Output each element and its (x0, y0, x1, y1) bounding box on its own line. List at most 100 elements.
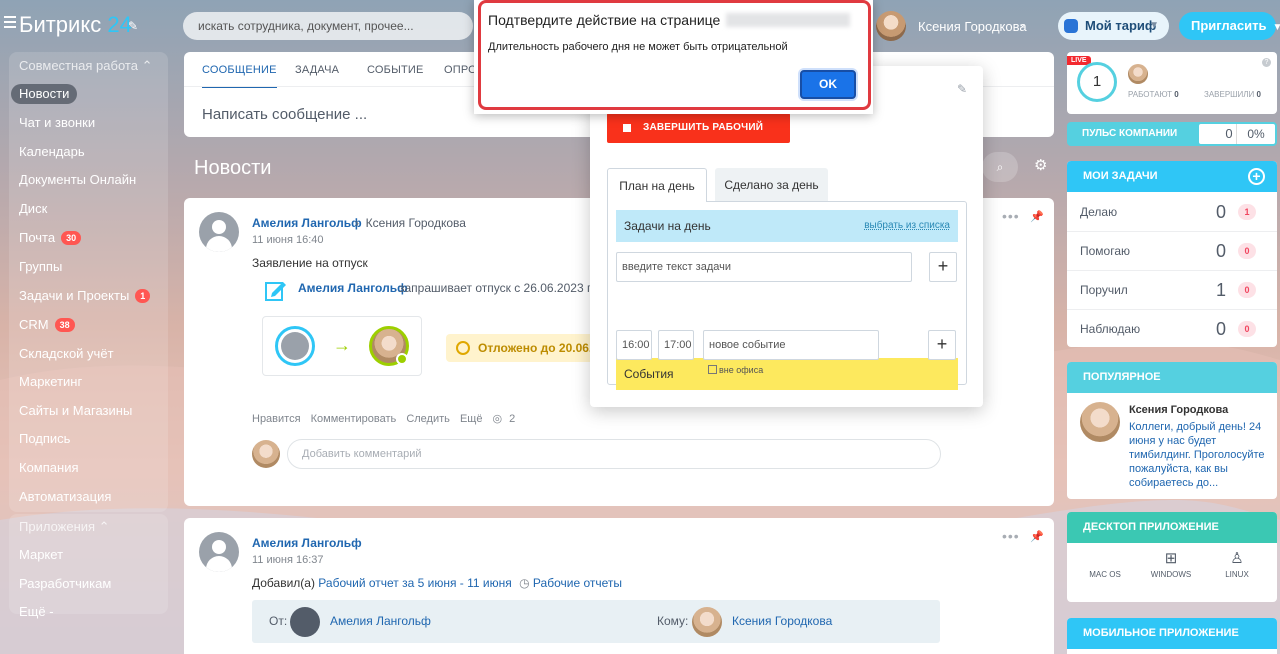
menu-item-chat[interactable]: Чат и звонки (19, 113, 95, 133)
invite-button[interactable]: Пригласить ▼ (1179, 12, 1280, 40)
comment-input[interactable]: Добавить комментарий (287, 439, 941, 469)
task-input[interactable]: введите текст задачи (616, 252, 912, 282)
gear-icon[interactable]: ⚙ (1034, 158, 1050, 174)
post-recipient[interactable]: › Ксения Городкова (355, 216, 466, 230)
menu-group-title[interactable]: Приложения ⌃ (19, 519, 110, 535)
from-label: От: (269, 614, 288, 628)
widget-title[interactable]: МОИ ЗАДАЧИ + (1067, 161, 1277, 192)
tab-event[interactable]: СОБЫТИЕ (367, 64, 424, 76)
avatar[interactable] (252, 440, 280, 468)
dialog-message: Длительность рабочего дня не может быть … (488, 41, 788, 53)
report-link[interactable]: Рабочий отчет за 5 июня - 11 июня (318, 576, 511, 590)
time-to-input[interactable]: 17:00 (658, 330, 694, 360)
menu-item-inventory[interactable]: Складской учёт (19, 344, 114, 364)
menu-item-news[interactable]: Новости (11, 84, 78, 104)
more-link[interactable]: Ещё (460, 413, 483, 425)
ok-button[interactable]: OK (800, 70, 856, 99)
post-author[interactable]: Амелия Лангольф (252, 536, 362, 550)
download-macos[interactable]: MAC OS (1075, 548, 1135, 579)
avatar[interactable] (199, 532, 239, 572)
to-name[interactable]: Ксения Городкова (732, 614, 832, 628)
menu-item-disk[interactable]: Диск (19, 199, 47, 219)
logo[interactable]: Битрикс 24 (19, 12, 132, 38)
avatar[interactable] (1080, 402, 1120, 442)
like-link[interactable]: Нравится (252, 413, 301, 425)
finish-workday-button[interactable]: ЗАВЕРШИТЬ РАБОЧИЙ ДЕНЬ (607, 113, 790, 163)
report-section-link[interactable]: Рабочие отчеты (533, 576, 622, 590)
download-linux[interactable]: ♙ LINUX (1207, 548, 1267, 579)
menu-item-developers[interactable]: Разработчикам (19, 574, 111, 594)
request-author[interactable]: Амелия Лангольф (298, 281, 408, 295)
pencil-icon[interactable]: ✎ (957, 82, 967, 96)
menu-item-groups[interactable]: Группы (19, 257, 62, 277)
menu-item-company[interactable]: Компания (19, 458, 79, 478)
tab-message[interactable]: СООБЩЕНИЕ (202, 64, 277, 88)
my-tariff-button[interactable]: Мой тариф ▼ (1058, 12, 1169, 40)
add-task-button[interactable]: + (929, 252, 957, 282)
add-task-icon[interactable]: + (1248, 168, 1265, 185)
menu-item-marketing[interactable]: Маркетинг (19, 372, 82, 392)
divider (1067, 309, 1277, 310)
menu-item-automation[interactable]: Автоматизация (19, 487, 111, 507)
event-input[interactable]: новое событие (703, 330, 879, 360)
task-row-assigned[interactable]: Поручил (1080, 283, 1128, 297)
menu-item-more[interactable]: Ещё - (19, 602, 54, 622)
tab-plan[interactable]: План на день (607, 168, 707, 202)
task-badge: 0 (1238, 321, 1256, 337)
menu-item-sign[interactable]: Подпись (19, 429, 70, 449)
avatar[interactable] (275, 326, 315, 366)
search-icon[interactable]: ⌕ (982, 152, 1018, 182)
user-name[interactable]: Ксения Городкова (918, 19, 1027, 34)
windows-icon: ⊞ (1164, 550, 1178, 567)
comment-link[interactable]: Комментировать (311, 413, 397, 425)
company-pulse[interactable]: ПУЛЬС КОМПАНИИ 0 0% (1067, 122, 1277, 146)
task-row-doing[interactable]: Делаю (1080, 205, 1117, 219)
post-date[interactable]: 11 июня 16:37 (252, 554, 323, 566)
avatar[interactable] (290, 607, 320, 637)
from-name[interactable]: Амелия Лангольф (330, 614, 431, 628)
out-of-office-checkbox[interactable]: вне офиса (708, 365, 763, 375)
task-row-watching[interactable]: Наблюдаю (1080, 322, 1140, 336)
live-counter[interactable]: 1 (1077, 62, 1117, 102)
search-input[interactable]: искать сотрудника, документ, прочее... (183, 12, 473, 40)
widget-title: ПОПУЛЯРНОЕ (1067, 362, 1277, 393)
menu-item-tasks[interactable]: Задачи и Проекты 1 (19, 286, 151, 306)
menu-item-calendar[interactable]: Календарь (19, 142, 85, 162)
pin-icon[interactable]: 📌 (1030, 210, 1044, 223)
hamburger-menu-icon[interactable] (4, 16, 16, 28)
menu-item-sites[interactable]: Сайты и Магазины (19, 401, 132, 421)
tab-task[interactable]: ЗАДАЧА (295, 64, 339, 76)
menu-item-mail[interactable]: Почта 30 (19, 228, 82, 248)
download-windows[interactable]: ⊞ WINDOWS (1141, 548, 1201, 579)
views-counter: ◎ 2 (492, 413, 516, 425)
user-avatar[interactable] (876, 11, 906, 41)
time-from-input[interactable]: 16:00 (616, 330, 652, 360)
popular-author[interactable]: Ксения Городкова (1129, 404, 1228, 416)
task-row-helping[interactable]: Помогаю (1080, 244, 1130, 258)
tab-done[interactable]: Сделано за день (715, 168, 828, 202)
chevron-down-icon[interactable]: ⌄ (1018, 17, 1027, 30)
post-date[interactable]: 11 июня 16:40 (252, 234, 323, 246)
pick-from-list-link[interactable]: выбрать из списка (864, 210, 950, 242)
avatar[interactable] (1128, 64, 1148, 84)
menu-item-crm[interactable]: CRM 38 (19, 315, 75, 335)
pencil-icon[interactable]: ✎ (128, 19, 138, 33)
message-input[interactable]: Написать сообщение ... (202, 106, 367, 123)
pin-icon[interactable]: 📌 (1030, 530, 1044, 543)
menu-item-documents[interactable]: Документы Онлайн (19, 170, 136, 190)
avatar[interactable] (199, 212, 239, 252)
more-icon[interactable]: ••• (1002, 528, 1020, 544)
popular-post-text[interactable]: Коллеги, добрый день! 24 июня у нас буде… (1129, 420, 1274, 490)
menu-item-market[interactable]: Маркет (19, 545, 63, 565)
menu-group-title[interactable]: Совместная работа ⌃ (19, 58, 152, 74)
task-badge: 1 (1238, 204, 1256, 220)
add-event-button[interactable]: + (928, 330, 956, 360)
post-author[interactable]: Амелия Лангольф (252, 216, 362, 230)
dialog-title: Подтвердите действие на странице (488, 12, 851, 28)
follow-link[interactable]: Следить (406, 413, 450, 425)
avatar[interactable] (692, 607, 722, 637)
more-icon[interactable]: ••• (1002, 208, 1020, 224)
report-participants: От: Амелия Лангольф Кому: Ксения Городко… (252, 600, 940, 643)
help-icon[interactable]: ? (1262, 58, 1271, 67)
counter-badge: 1 (135, 288, 151, 303)
